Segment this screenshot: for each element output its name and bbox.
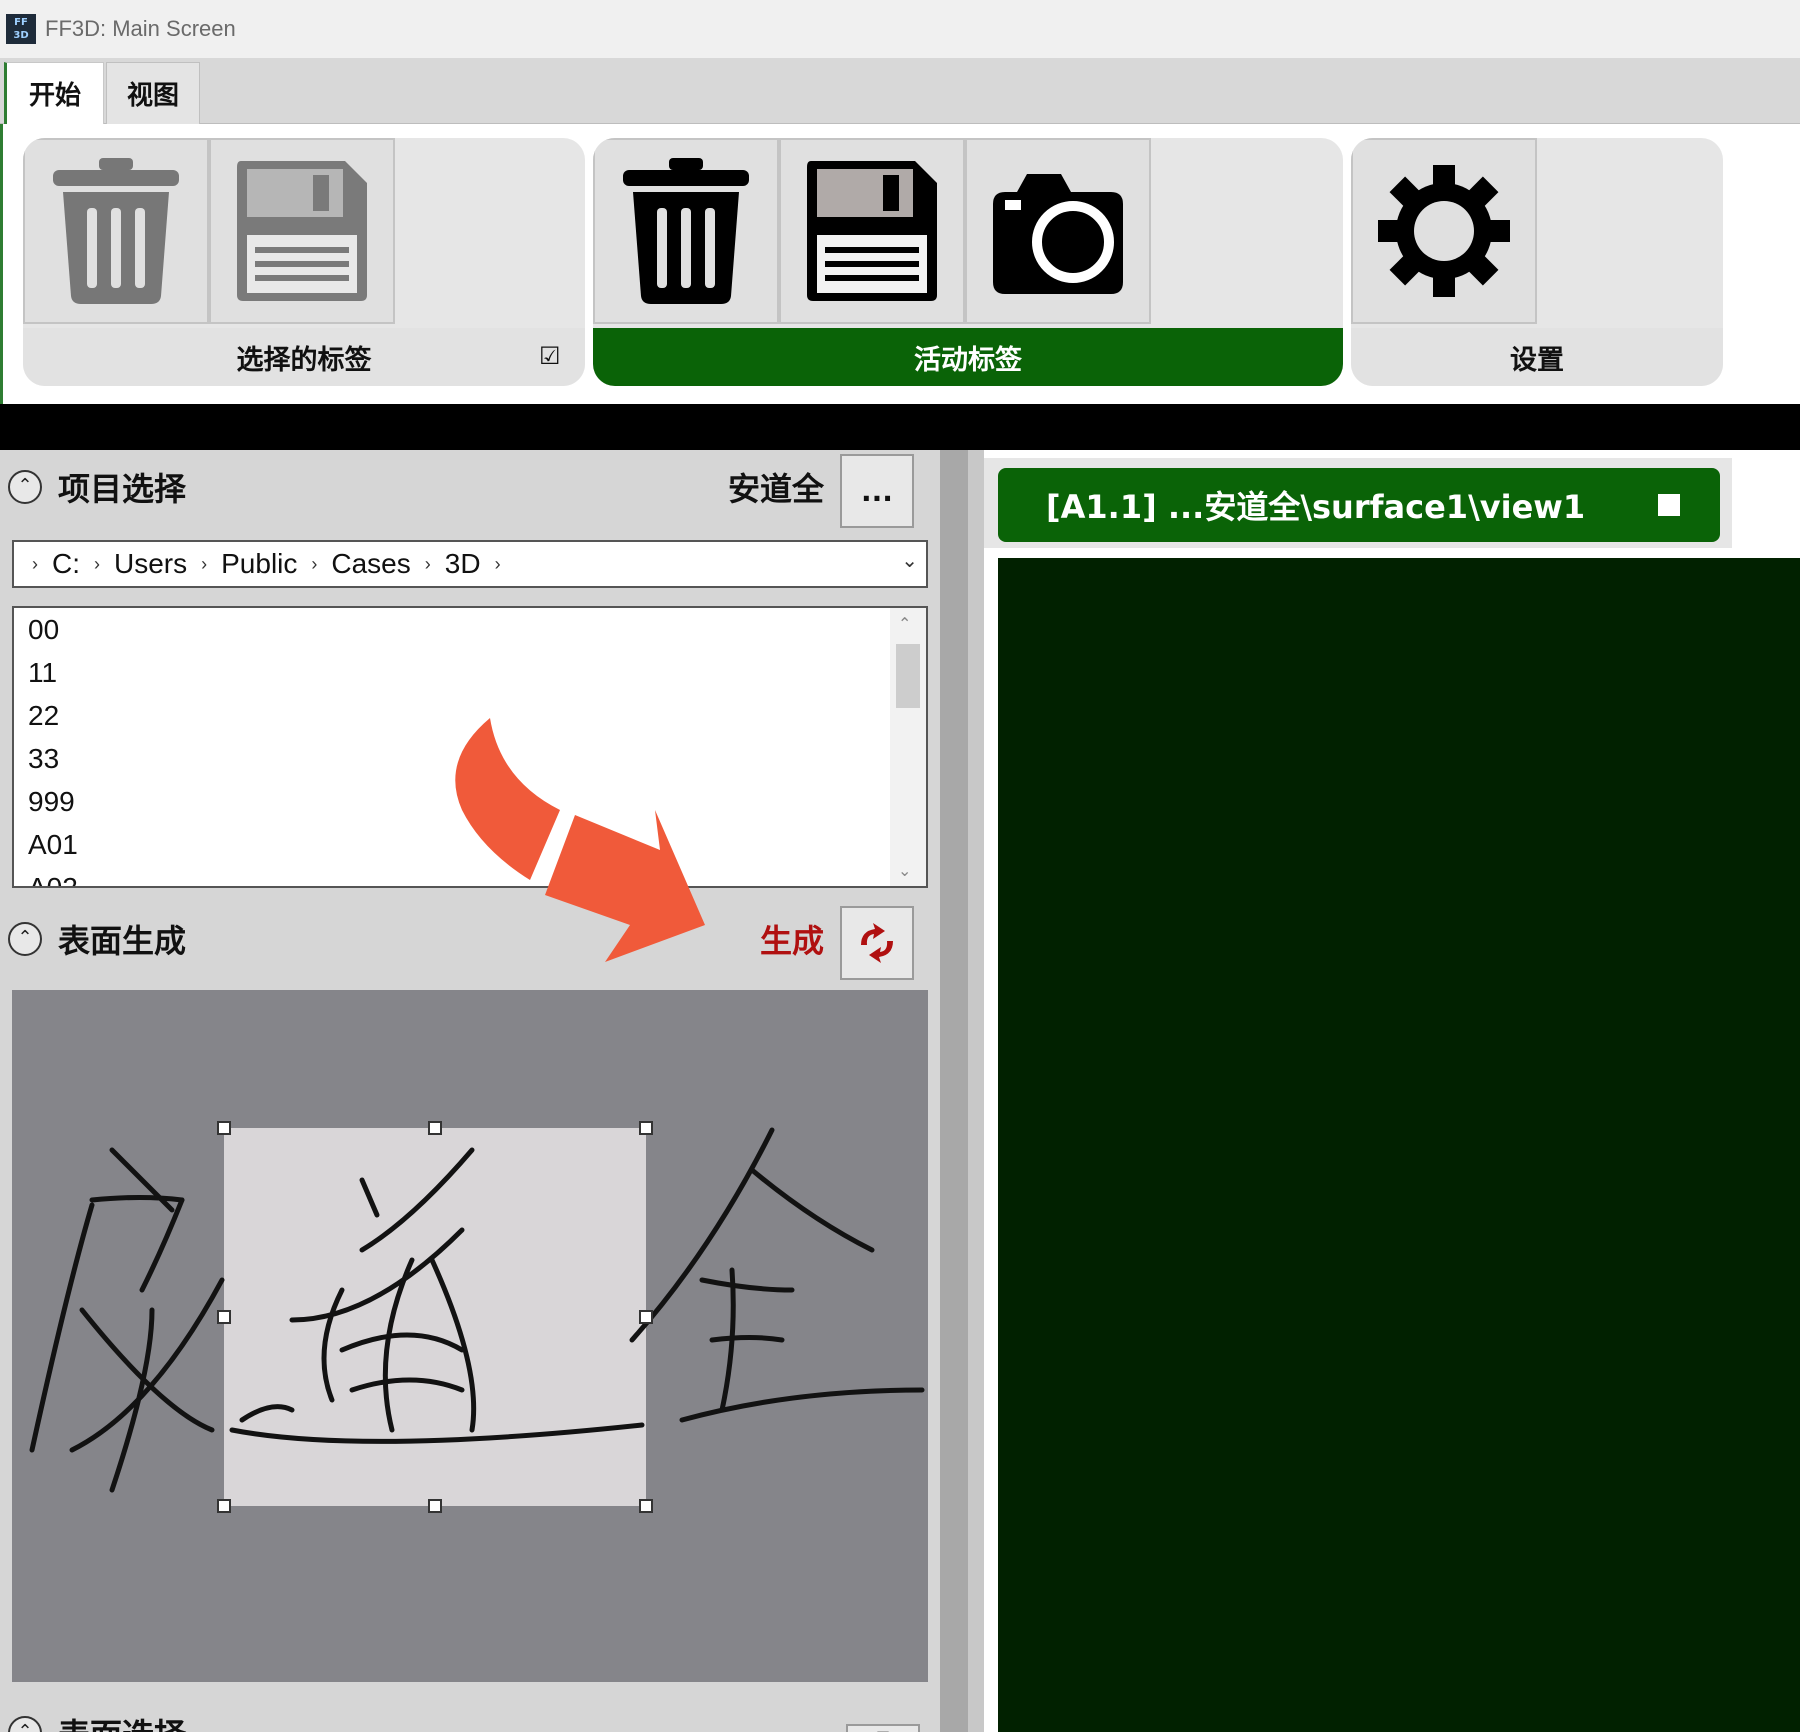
ribbon-group-active-tags: 活动标签 xyxy=(593,138,1343,386)
chevron-right-icon: › xyxy=(94,553,100,574)
section-title: 表面生成 xyxy=(58,922,187,960)
separator-band xyxy=(0,404,1800,450)
floppy-disk-icon xyxy=(807,161,937,301)
delete-surface-button[interactable] xyxy=(846,1724,920,1732)
window-title: FF3D: Main Screen xyxy=(45,16,236,41)
tab-view[interactable]: 视图 xyxy=(106,62,200,124)
list-item[interactable]: 11 xyxy=(14,651,926,694)
breadcrumb-item[interactable]: 3D xyxy=(445,548,481,580)
save-selected-button[interactable] xyxy=(209,138,395,324)
handwriting-image xyxy=(12,990,928,1682)
floppy-disk-icon xyxy=(237,161,367,301)
refresh-icon xyxy=(861,923,893,963)
camera-button[interactable] xyxy=(965,138,1151,324)
ribbon-group-selected-tags: 选择的标签 ☑ xyxy=(23,138,585,386)
selected-tags-label: 选择的标签 xyxy=(236,344,372,376)
path-breadcrumb[interactable]: › C: › Users › Public › Cases › 3D › ⌄ xyxy=(12,540,928,588)
tab-start[interactable]: 开始 xyxy=(4,62,104,124)
section-title: 表面选择 xyxy=(58,1710,186,1732)
view-tab[interactable]: [A1.1] ...安道全\surface1\view1 xyxy=(998,468,1720,542)
collapse-icon[interactable]: ⌃ xyxy=(8,470,42,504)
chevron-right-icon: › xyxy=(494,553,501,574)
current-project-label: 安道全 xyxy=(727,470,824,508)
image-preview[interactable] xyxy=(12,990,928,1682)
ribbon: 选择的标签 ☑ 活动标签 设置 xyxy=(0,124,1800,404)
generate-label: 生成 xyxy=(759,922,824,960)
collapse-icon[interactable]: ⌃ xyxy=(8,922,42,956)
list-item[interactable]: A01 xyxy=(14,823,926,866)
ribbon-group-label: 设置 xyxy=(1351,328,1723,386)
list-item[interactable]: A02 xyxy=(14,866,926,886)
chevron-right-icon: › xyxy=(32,553,38,574)
breadcrumb-item[interactable]: C: xyxy=(52,548,80,580)
surface-selection-header: ⌃ 表面选择 xyxy=(0,1696,930,1732)
browse-button[interactable]: ... xyxy=(840,454,914,528)
vertical-scrollbar[interactable]: ⌃ ⌄ xyxy=(890,608,926,886)
camera-icon xyxy=(993,174,1123,294)
collapse-icon[interactable]: ⌃ xyxy=(8,1716,42,1732)
chevron-right-icon: › xyxy=(311,553,318,574)
surface-generation-header: ⌃ 表面生成 生成 xyxy=(0,902,930,980)
project-list[interactable]: 00 11 22 33 999 A01 A02 ⌃ ⌄ xyxy=(12,606,928,888)
settings-button[interactable] xyxy=(1351,138,1537,324)
main-window: FF 3D FF3D: Main Screen 开始 视图 选择的标签 ☑ 活动… xyxy=(0,0,1800,1732)
app-logo-icon: FF 3D xyxy=(6,14,36,44)
generate-button[interactable] xyxy=(840,906,914,980)
delete-active-button[interactable] xyxy=(593,138,779,324)
trash-icon xyxy=(623,158,749,304)
save-active-button[interactable] xyxy=(779,138,965,324)
view-tab-label: [A1.1] ...安道全\surface1\view1 xyxy=(1046,488,1586,526)
section-title: 项目选择 xyxy=(58,470,187,508)
ribbon-group-label: 选择的标签 ☑ xyxy=(23,328,585,386)
gear-icon xyxy=(1378,165,1510,297)
stop-icon[interactable] xyxy=(1658,494,1680,516)
breadcrumb-item[interactable]: Public xyxy=(221,548,297,580)
chevron-down-icon[interactable]: ⌄ xyxy=(898,861,911,880)
breadcrumb-item[interactable]: Users xyxy=(114,548,187,580)
list-item[interactable]: 00 xyxy=(14,608,926,651)
ribbon-group-settings: 设置 xyxy=(1351,138,1723,386)
delete-selected-button[interactable] xyxy=(23,138,209,324)
chevron-right-icon: › xyxy=(424,553,431,574)
list-item[interactable]: 999 xyxy=(14,780,926,823)
chevron-up-icon[interactable]: ⌃ xyxy=(898,614,911,633)
scroll-thumb[interactable] xyxy=(896,644,920,708)
chevron-right-icon: › xyxy=(201,553,208,574)
breadcrumb-item[interactable]: Cases xyxy=(331,548,410,580)
panel-splitter-track xyxy=(968,450,984,1732)
3d-viewport[interactable] xyxy=(998,558,1800,1732)
ribbon-group-label: 活动标签 xyxy=(593,328,1343,386)
trash-icon xyxy=(53,158,179,304)
checkbox-icon[interactable]: ☑ xyxy=(539,344,563,368)
ribbon-tabs: 开始 视图 xyxy=(0,58,1800,124)
left-panel: ⌃ 项目选择 安道全 ... › C: › Users › Public › C… xyxy=(0,450,940,1732)
project-selection-header: ⌃ 项目选择 安道全 ... xyxy=(0,450,930,528)
list-item[interactable]: 22 xyxy=(14,694,926,737)
title-bar: FF 3D FF3D: Main Screen xyxy=(0,0,1800,58)
list-item[interactable]: 33 xyxy=(14,737,926,780)
chevron-down-icon[interactable]: ⌄ xyxy=(901,548,918,573)
